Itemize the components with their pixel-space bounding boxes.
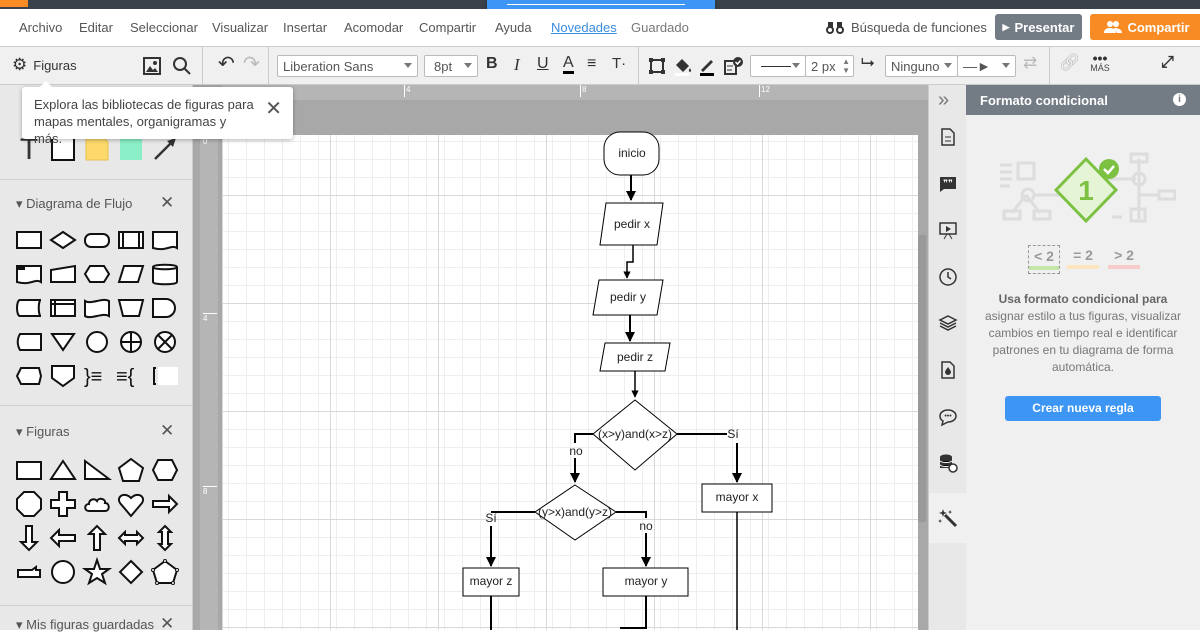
- theme-drop-icon[interactable]: [938, 360, 958, 380]
- info-icon[interactable]: i: [1173, 93, 1186, 106]
- connector[interactable]: [623, 245, 634, 279]
- svg-text:❞❞: ❞❞: [943, 178, 953, 188]
- share-label: Compartir: [1127, 19, 1190, 35]
- connector-no[interactable]: [575, 433, 593, 482]
- more-button[interactable]: ••• MÁS: [1088, 50, 1112, 73]
- conditional-formatting-illustration: 1: [1000, 152, 1176, 224]
- description-bold: Usa formato condicional para: [998, 292, 1168, 306]
- more-label: MÁS: [1090, 63, 1110, 73]
- conditional-formatting-panel: Formato condicional i 1 < 2 = 2 > 2 Usa f…: [966, 85, 1200, 630]
- label: mayor z: [470, 574, 513, 588]
- badge-number: 1: [1078, 175, 1094, 206]
- magic-wand-icon: [938, 509, 958, 528]
- condition-greater: > 2: [1108, 247, 1140, 269]
- presentation-icon[interactable]: [938, 220, 958, 240]
- conditional-formatting-tab[interactable]: [929, 493, 966, 543]
- label: Sí: [727, 427, 739, 441]
- label: (x>y)and(x>z): [598, 427, 672, 441]
- panel-header: Formato condicional i: [966, 85, 1200, 115]
- close-icon[interactable]: ✕: [265, 99, 282, 119]
- label: inicio: [618, 146, 646, 160]
- right-icon-strip: » ❞❞ •••: [928, 85, 966, 630]
- label: no: [639, 519, 653, 533]
- data-link-icon[interactable]: [938, 453, 958, 473]
- condition-less: < 2: [1028, 245, 1060, 274]
- share-button[interactable]: Compartir: [1090, 14, 1200, 40]
- label: mayor y: [625, 574, 668, 588]
- users-icon: [1104, 21, 1123, 33]
- present-label: Presentar: [1014, 19, 1075, 35]
- label: no: [569, 444, 583, 458]
- label: Sí: [485, 511, 497, 525]
- connector-yes[interactable]: [677, 433, 737, 482]
- history-clock-icon[interactable]: [938, 267, 958, 287]
- link-icon[interactable]: 🔗︎: [1059, 53, 1081, 73]
- svg-text:•••: •••: [944, 413, 952, 420]
- play-icon: ▶: [1002, 21, 1010, 32]
- label: (y>x)and(y>z): [538, 505, 612, 519]
- more-dots-icon: •••: [1092, 50, 1108, 66]
- collapse-icon[interactable]: »: [938, 89, 958, 111]
- swap-icon[interactable]: ⇄: [1023, 53, 1037, 73]
- connector-yes[interactable]: [491, 511, 535, 566]
- comment-quote-icon[interactable]: ❞❞: [938, 173, 958, 193]
- label: pedir y: [610, 290, 646, 304]
- chat-icon[interactable]: •••: [938, 407, 958, 427]
- fullscreen-icon[interactable]: ⤢: [1161, 54, 1174, 72]
- arrow-right-icon: —►: [963, 58, 991, 74]
- panel-title: Formato condicional: [980, 93, 1108, 108]
- description-text: asignar estilo a tus figuras, visualizar…: [984, 309, 1182, 374]
- connector[interactable]: [490, 596, 647, 630]
- shape-library-tooltip: Explora las bibliotecas de figuras para …: [22, 81, 293, 146]
- create-rule-button[interactable]: Crear nueva regla: [1005, 396, 1161, 421]
- panel-description: Usa formato condicional para asignar esti…: [976, 291, 1190, 376]
- tooltip-text: Explora las bibliotecas de figuras para …: [34, 97, 254, 146]
- present-button[interactable]: ▶ Presentar: [995, 14, 1082, 40]
- label: pedir x: [614, 217, 650, 231]
- vertical-scrollbar[interactable]: [918, 235, 926, 522]
- label: pedir z: [617, 350, 653, 364]
- page-settings-icon[interactable]: [938, 127, 958, 147]
- layers-icon[interactable]: [938, 313, 958, 333]
- condition-equal: = 2: [1067, 247, 1099, 269]
- label: mayor x: [716, 490, 759, 504]
- line-end-select[interactable]: —►: [957, 55, 1016, 77]
